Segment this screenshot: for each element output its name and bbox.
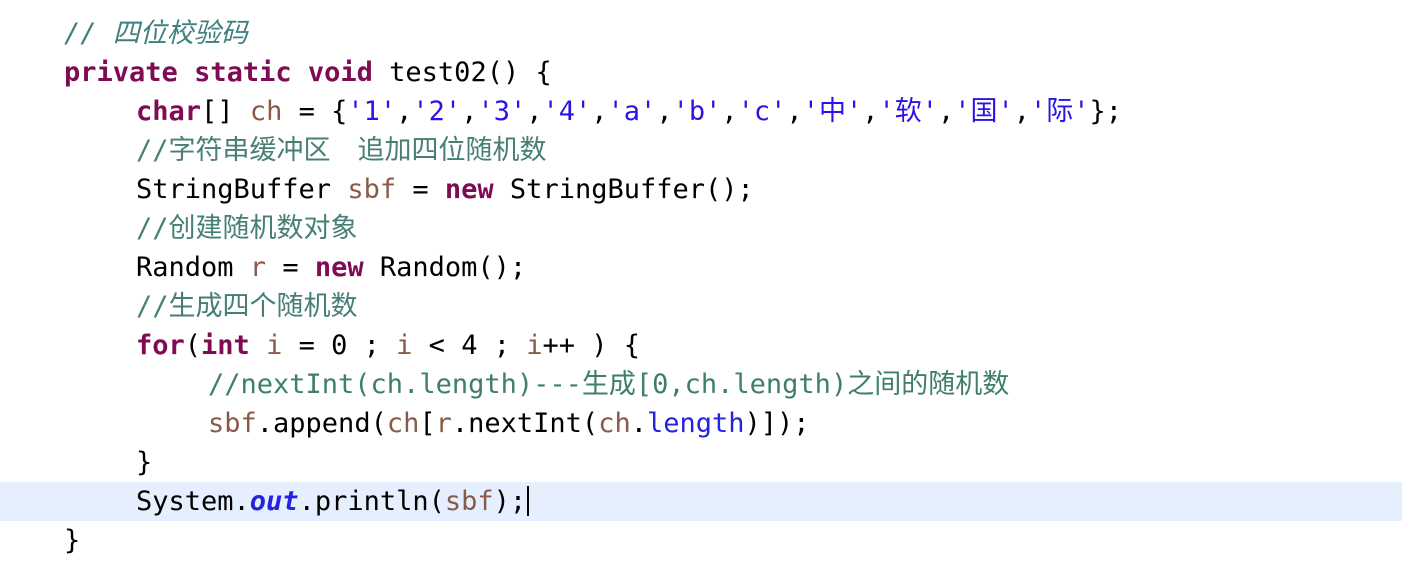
code-token-comment-cjk: //创建随机数对象	[136, 213, 358, 244]
code-token-plain: );	[493, 486, 527, 517]
code-token-string: '软'	[878, 96, 938, 127]
code-token-variable: r	[435, 408, 452, 439]
code-token-string: '中'	[802, 96, 863, 127]
code-token-string: '2'	[412, 96, 462, 127]
code-token-plain: = {	[282, 96, 348, 127]
code-token-variable: ch	[386, 408, 420, 439]
code-token-keyword: void	[307, 57, 373, 88]
code-token-plain: .nextInt(	[451, 408, 599, 439]
code-token-plain: };	[1089, 96, 1123, 127]
code-token-keyword: for	[136, 330, 185, 361]
code-line[interactable]: }	[0, 521, 1402, 560]
code-token-variable: sbf	[208, 408, 257, 439]
code-token-string: 'b'	[672, 96, 722, 127]
code-token-string: '4'	[542, 96, 592, 127]
code-token-plain: []	[201, 96, 250, 127]
code-line[interactable]: //生成四个随机数	[0, 287, 1402, 326]
code-token-variable: i	[396, 330, 413, 361]
code-token-plain: System.	[136, 486, 250, 517]
code-line[interactable]: Random r = new Random();	[0, 248, 1402, 287]
code-line[interactable]: //nextInt(ch.length)---生成[0,ch.length)之间…	[0, 365, 1402, 404]
code-line[interactable]: }	[0, 443, 1402, 482]
code-token-plain: (	[184, 330, 202, 361]
code-token-plain: Random();	[363, 252, 527, 283]
code-token-plain: ,	[526, 96, 543, 127]
code-token-plain: ,	[461, 96, 478, 127]
code-token-plain: [	[419, 408, 436, 439]
code-token-keyword: static	[194, 57, 292, 88]
code-token-plain: }	[136, 447, 153, 478]
code-token-plain: ,	[591, 96, 608, 127]
code-token-string: 'a'	[607, 96, 657, 127]
code-token-variable: i	[526, 330, 543, 361]
code-token-plain: ,	[656, 96, 673, 127]
code-token-plain: ,	[937, 96, 955, 127]
code-token-plain: ,	[786, 96, 803, 127]
code-token-variable: ch	[249, 96, 283, 127]
code-token-field: length	[646, 408, 745, 439]
text-caret	[527, 486, 530, 516]
code-token-plain: ,	[396, 96, 413, 127]
code-token-comment: //nextInt(ch.length)---生成[0,ch.length)之间…	[208, 369, 1010, 400]
code-line[interactable]: for(int i = 0 ; i < 4 ; i++ ) {	[0, 326, 1402, 365]
code-token-plain: StringBuffer	[136, 174, 348, 205]
code-token-keyword: new	[314, 252, 364, 283]
code-token-variable: r	[249, 252, 267, 283]
code-token-variable: ch	[598, 408, 631, 439]
code-token-plain: =	[266, 252, 315, 283]
code-token-plain: test02() {	[372, 57, 552, 88]
code-token-plain: ,	[1013, 96, 1031, 127]
code-token-plain: .	[630, 408, 647, 439]
code-token-plain: =	[396, 174, 445, 205]
code-token-string: '1'	[347, 96, 397, 127]
code-token-keyword: char	[136, 96, 202, 127]
code-token-variable: sbf	[444, 486, 494, 517]
code-token-keyword: int	[201, 330, 250, 361]
code-line[interactable]: System.out.println(sbf);	[0, 482, 1402, 521]
code-token-plain: = 0 ;	[282, 330, 397, 361]
code-token-plain: ,	[721, 96, 738, 127]
code-token-string: 'c'	[737, 96, 787, 127]
code-token-keyword: new	[444, 174, 494, 205]
code-token-variable: sbf	[347, 174, 397, 205]
code-token-keyword: private	[64, 57, 178, 88]
code-editor-surface[interactable]: // 四位校验码 private static void test02() {ch…	[0, 0, 1402, 582]
code-token-plain: .append(	[256, 408, 387, 439]
code-token-plain: ++ ) {	[542, 330, 641, 361]
code-token-plain: < 4 ;	[412, 330, 527, 361]
code-line[interactable]: // 四位校验码	[0, 14, 1402, 53]
code-line[interactable]: //创建随机数对象	[0, 209, 1402, 248]
code-token-static-field: out	[249, 486, 299, 517]
code-token-string: '际'	[1030, 96, 1090, 127]
code-token-comment-italic: // 四位校验码	[64, 18, 248, 49]
code-line[interactable]: private static void test02() {	[0, 53, 1402, 92]
code-line[interactable]: char[] ch = {'1','2','3','4','a','b','c'…	[0, 92, 1402, 131]
code-token-variable: i	[266, 330, 283, 361]
code-token-plain: Random	[136, 252, 250, 283]
code-token-plain: ,	[862, 96, 879, 127]
code-line[interactable]: sbf.append(ch[r.nextInt(ch.length)]);	[0, 404, 1402, 443]
code-token-string: '3'	[477, 96, 527, 127]
code-line[interactable]: //字符串缓冲区 追加四位随机数	[0, 131, 1402, 170]
code-token-comment-cjk: //生成四个随机数	[136, 291, 358, 322]
code-token-string: '国'	[954, 96, 1014, 127]
code-token-plain: StringBuffer();	[493, 174, 754, 205]
code-line[interactable]: StringBuffer sbf = new StringBuffer();	[0, 170, 1402, 209]
code-token-plain: }	[64, 525, 81, 556]
code-token-comment-cjk: //字符串缓冲区 追加四位随机数	[136, 135, 547, 166]
code-text-area[interactable]: // 四位校验码 private static void test02() {ch…	[0, 14, 1402, 560]
code-token-plain: )]);	[744, 408, 810, 439]
code-token-plain: .println(	[298, 486, 445, 517]
